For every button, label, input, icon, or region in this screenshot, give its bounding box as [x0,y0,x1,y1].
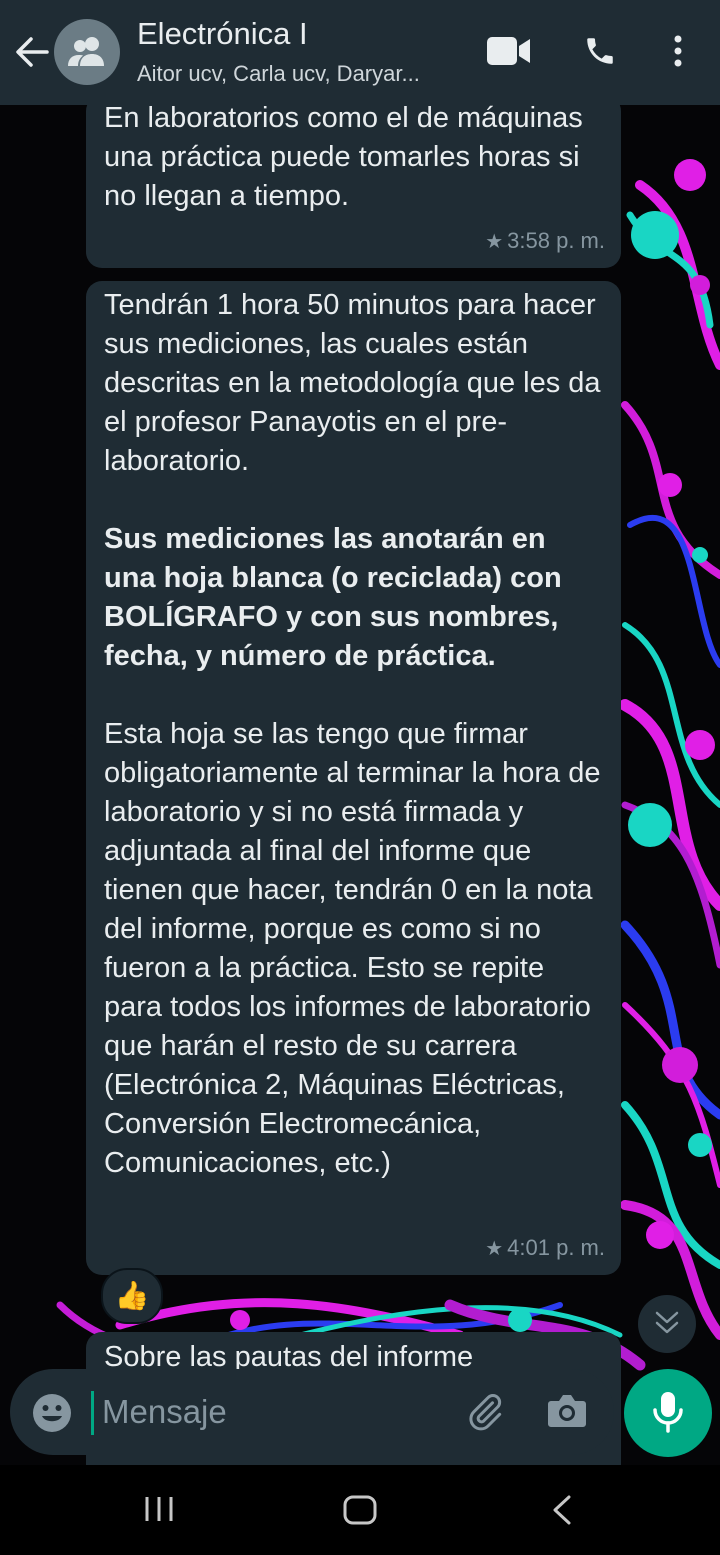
message-text: Esta hoja se las tengo que firmar obliga… [104,718,601,1179]
system-nav-bar [0,1465,720,1555]
star-icon: ★ [485,231,504,253]
camera-icon[interactable] [547,1393,587,1434]
text-cursor [91,1391,94,1435]
message-list[interactable]: En laboratorios como el de máquinas una … [0,105,720,1465]
phone-icon[interactable] [583,34,617,73]
chat-participants[interactable]: Aitor ucv, Carla ucv, Daryar... [137,61,467,87]
microphone-icon [653,1392,683,1433]
chat-title[interactable]: Electrónica I [137,16,308,52]
double-chevron-down-icon [655,1311,679,1334]
recent-apps-icon[interactable] [144,1495,174,1528]
message-meta: ★ 4:01 p. m. [485,1228,605,1269]
back-nav-icon[interactable] [551,1495,573,1530]
message-bubble[interactable]: En laboratorios como el de máquinas una … [86,105,621,268]
reaction-badge[interactable]: 👍 [101,1268,163,1324]
star-icon: ★ [485,1238,504,1260]
scroll-to-bottom-button[interactable] [638,1295,696,1353]
group-icon [68,37,104,66]
emoji-icon[interactable] [32,1393,72,1438]
back-arrow-icon[interactable] [14,34,50,70]
message-text: Tendrán 1 hora 50 minutos para hacer sus… [104,289,601,477]
message-bubble[interactable]: Tendrán 1 hora 50 minutos para hacer sus… [86,281,621,1275]
message-composer: Mensaje [10,1369,614,1455]
message-input[interactable]: Mensaje [102,1393,227,1431]
message-time: 4:01 p. m. [507,1235,605,1260]
home-icon[interactable] [343,1495,377,1530]
more-options-icon[interactable] [668,34,688,73]
video-call-icon[interactable] [486,34,532,73]
chat-header: Electrónica I Aitor ucv, Carla ucv, Dary… [0,0,720,105]
message-time: 3:58 p. m. [507,228,605,253]
paperclip-icon[interactable] [465,1391,505,1438]
group-avatar[interactable] [54,19,120,85]
message-meta: ★ 3:58 p. m. [485,221,605,262]
voice-record-button[interactable] [624,1369,712,1457]
message-text-bold: Sus mediciones las anotarán en una hoja … [104,523,562,672]
message-text: En laboratorios como el de máquinas una … [104,105,583,212]
